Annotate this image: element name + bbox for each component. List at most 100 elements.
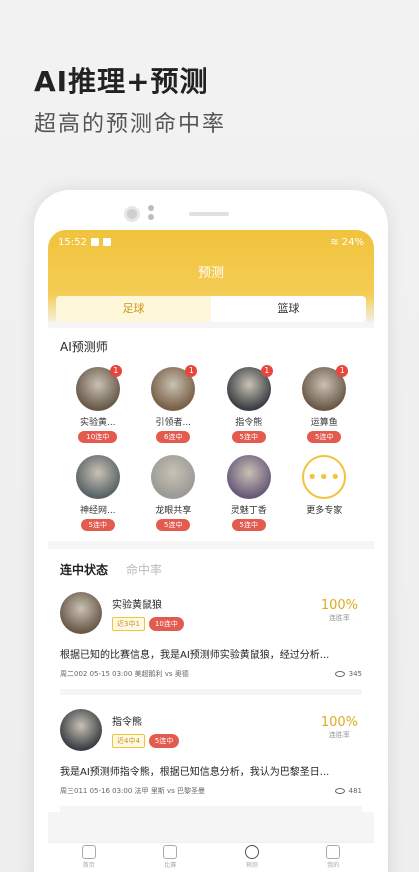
tabbar-item[interactable]: 预测: [211, 843, 293, 870]
streak-badge: 10连中: [78, 431, 118, 443]
tabbar-item[interactable]: 我的: [293, 843, 375, 870]
post-author-info: 指令熊近4中4 5连中: [112, 713, 180, 748]
view-count-value: 345: [348, 670, 362, 678]
post-author-name: 实验黄鼠狼: [112, 599, 162, 611]
expert-item[interactable]: 神经网... 5连中: [60, 455, 136, 531]
notification-badge: 1: [185, 365, 198, 377]
win-rate: 100% 连胜率: [321, 715, 358, 740]
home-icon: [81, 844, 96, 859]
experts-grid: 1 实验黄... 10连中 1 引领者... 6连中 1 指令熊 5连中 1 运算鱼 5连中 神经网..…: [60, 365, 363, 531]
expert-avatar: 1: [302, 365, 349, 411]
match-info: 周三011 05-16 03:00 法甲 里斯 vs 巴黎圣曼: [60, 787, 206, 795]
view-count: 481: [334, 787, 362, 795]
notification-badge: 1: [260, 365, 273, 377]
post-header: 指令熊近4中4 5连中 100% 连胜率: [60, 709, 362, 751]
streak-badge: 5连中: [80, 519, 115, 531]
tabbar-label: 首页: [82, 861, 95, 869]
streak-tag: 10连中: [148, 616, 184, 631]
promo-title: AI推理+预测: [34, 65, 209, 98]
expert-name: 神经网...: [79, 506, 116, 516]
win-rate-label: 连胜率: [328, 731, 350, 739]
expert-item[interactable]: 1 引领者... 6连中: [136, 365, 212, 443]
post-tags: 近4中4 5连中: [112, 733, 180, 748]
status-time: 15:52: [58, 236, 87, 248]
tab-hit-rate[interactable]: 命中率: [126, 561, 162, 578]
tabbar-item[interactable]: 比赛: [130, 843, 212, 870]
speaker-grille: [189, 212, 229, 216]
streak-tag: 5连中: [148, 733, 180, 748]
promo-headline: AI推理+预测 超高的预测命中率: [34, 60, 226, 138]
tabbar-item[interactable]: 首页: [48, 843, 130, 870]
notification-icon: [90, 238, 99, 246]
more-dots-icon: •••: [302, 455, 347, 499]
post-author-name: 指令熊: [112, 716, 142, 728]
app-screen: 15:52 ≋ 24% 预测 足球 篮球 AI预测师 1 实验黄... 10连中 1 引…: [48, 230, 374, 870]
app-header: 15:52 ≋ 24% 预测 足球 篮球: [48, 230, 374, 322]
post-list: 实验黄鼠狼 近3中1 10连中 100% 连胜率 根据已知的比赛信息，我是AI预测师实验黄…: [60, 592, 362, 812]
notification-badge: 1: [336, 365, 349, 377]
expert-name: 引领者...: [155, 418, 192, 428]
bottom-tabbar: 首页 比赛 预测 我的: [48, 842, 374, 870]
status-bar: 15:52 ≋ 24%: [48, 230, 374, 254]
expert-name: 运算鱼: [310, 418, 338, 428]
expert-avatar: [75, 455, 120, 499]
more-experts-button[interactable]: ••• 更多专家: [287, 455, 363, 531]
tabbar-label: 比赛: [164, 861, 177, 869]
post-header: 实验黄鼠狼近3中1 10连中 100% 连胜率: [60, 592, 362, 634]
streak-badge: 5连中: [156, 519, 191, 531]
streak-badge: 5连中: [231, 431, 266, 443]
fire-icon: [163, 844, 178, 859]
win-rate-value: 100%: [320, 715, 358, 730]
prediction-post[interactable]: 指令熊 近4中4 5连中 100% 连胜率 我是AI预测师指令熊，根据已知信息分析，我认为…: [60, 709, 362, 812]
feed-tabs: 连中状态 命中率: [60, 561, 362, 578]
tab-streak[interactable]: 连中状态: [60, 561, 108, 578]
streak-badge: 5连中: [231, 519, 266, 531]
expert-avatar: [151, 455, 196, 499]
expert-item[interactable]: 1 实验黄... 10连中: [60, 365, 136, 443]
post-footer: 周二002 05-15 03:00 美超鹅利 vs 奥德 345: [60, 669, 362, 679]
wifi-icon: ≋: [330, 236, 339, 248]
expert-avatar: 1: [75, 365, 122, 411]
page-title: 预测: [197, 266, 224, 281]
expert-avatar: [226, 455, 271, 499]
prediction-post[interactable]: 实验黄鼠狼近3中1 10连中 100% 连胜率根据已知的比赛信息，我是AI预测师实验黄…: [60, 592, 362, 695]
expert-name: 指令熊: [235, 418, 263, 428]
match-info: 周二002 05-15 03:00 美超鹅利 vs 奥德: [60, 670, 189, 678]
post-avatar: [60, 709, 102, 751]
sensor-dots-icon: [148, 205, 154, 223]
recent-record-tag: 近4中4: [112, 733, 145, 748]
user-icon: [326, 844, 341, 859]
view-count-value: 481: [348, 787, 362, 795]
promo-subtitle: 超高的预测命中率: [34, 112, 227, 137]
expert-avatar: 1: [226, 365, 273, 411]
sport-tabs: 足球 篮球: [56, 296, 366, 322]
expert-avatar: 1: [151, 365, 198, 411]
tab-football[interactable]: 足球: [56, 296, 211, 322]
more-experts-label: 更多专家: [306, 506, 343, 516]
streak-badge: 5连中: [307, 431, 342, 443]
expert-item[interactable]: 灵魅丁香 5连中: [211, 455, 287, 531]
recent-record-tag: 近3中1: [112, 616, 145, 631]
battery-level: 24%: [341, 236, 364, 248]
expert-item[interactable]: 1 指令熊 5连中: [211, 365, 287, 443]
tabbar-label: 预测: [245, 861, 258, 869]
experts-section: AI预测师 1 实验黄... 10连中 1 引领者... 6连中 1 指令熊 5连中 1 运算鱼 5连…: [48, 328, 374, 541]
tab-basketball[interactable]: 篮球: [211, 296, 366, 322]
win-rate-label: 连胜率: [328, 614, 350, 622]
phone-frame: 15:52 ≋ 24% 预测 足球 篮球 AI预测师 1 实验黄... 10连中 1 引…: [34, 190, 388, 872]
experts-title: AI预测师: [60, 340, 108, 354]
post-footer: 周三011 05-16 03:00 法甲 里斯 vs 巴黎圣曼 481: [60, 786, 362, 796]
expert-item[interactable]: 1 运算鱼 5连中: [287, 365, 363, 443]
expert-name: 实验黄...: [79, 418, 116, 428]
view-count: 345: [334, 670, 362, 678]
eye-icon: [334, 788, 345, 794]
expert-name: 龙眼共享: [155, 506, 192, 516]
post-avatar: [60, 592, 102, 634]
post-tags: 近3中1 10连中: [112, 616, 184, 631]
post-text: 根据已知的比赛信息，我是AI预测师实验黄鼠狼，经过分析...: [60, 650, 330, 661]
tabbar-label: 我的: [327, 861, 340, 869]
feed-section: 连中状态 命中率 实验黄鼠狼 近3中1 10连中 100% 连胜率 根据已知的比赛信息，我…: [48, 549, 374, 812]
camera-icon: [124, 206, 140, 222]
expert-item[interactable]: 龙眼共享 5连中: [136, 455, 212, 531]
win-rate: 100% 连胜率: [321, 598, 358, 623]
